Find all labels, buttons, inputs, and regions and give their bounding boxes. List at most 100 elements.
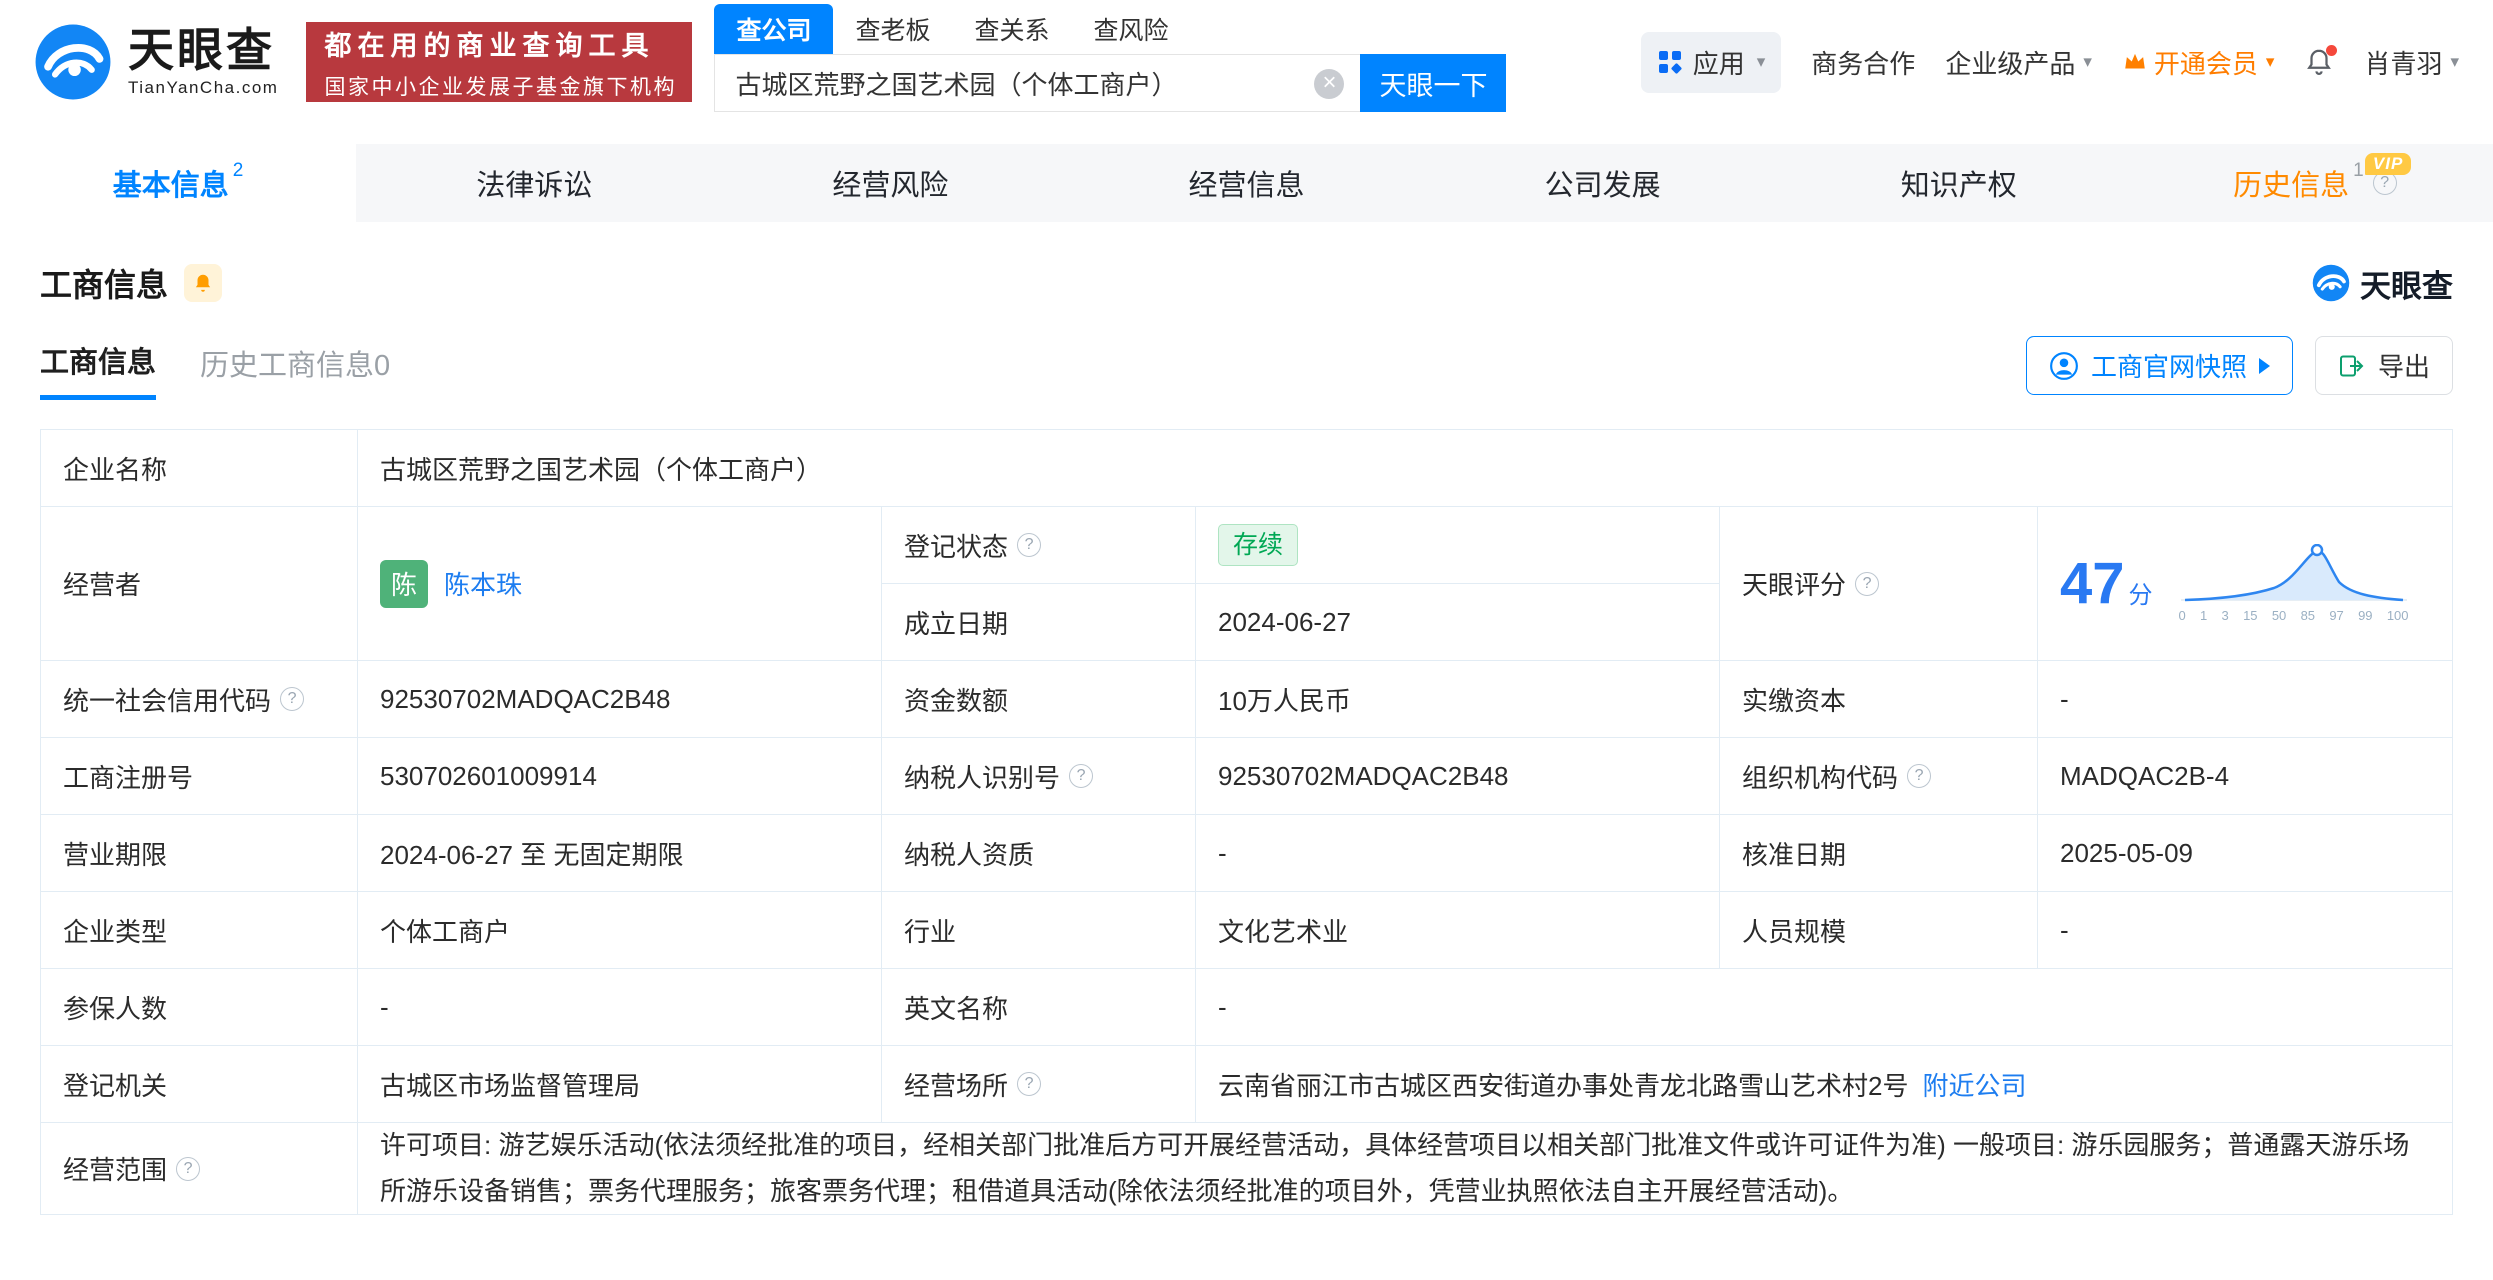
apps-menu[interactable]: 应用 ▾ [1641, 32, 1782, 93]
tab-operating-risk[interactable]: 经营风险 [712, 144, 1068, 222]
help-icon[interactable]: ? [1069, 764, 1093, 788]
notification-bell-icon[interactable] [2304, 47, 2334, 77]
value-establish-date: 2024-06-27 [1196, 584, 1720, 661]
label-capital: 资金数额 [882, 661, 1196, 738]
help-icon[interactable]: ? [280, 687, 304, 711]
subtab-history-business-info[interactable]: 历史工商信息0 [200, 342, 390, 398]
label-registration-status: 登记状态 ? [882, 507, 1196, 584]
export-button[interactable]: 导出 [2315, 336, 2453, 395]
operator-avatar: 陈 [380, 560, 428, 608]
value-approval-date: 2025-05-09 [2038, 815, 2453, 892]
tab-company-development[interactable]: 公司发展 [1425, 144, 1781, 222]
search-button[interactable]: 天眼一下 [1360, 54, 1506, 112]
logo-text: 天眼查 TianYanCha.com [128, 26, 278, 97]
table-row: 企业名称 古城区荒野之国艺术园（个体工商户） [41, 430, 2453, 507]
search-input[interactable] [715, 55, 1360, 111]
value-taxpayer-id: 92530702MADQAC2B48 [1196, 738, 1720, 815]
search-tab-company[interactable]: 查公司 [714, 4, 833, 54]
export-icon [2338, 353, 2366, 379]
label-credit-code: 统一社会信用代码 ? [41, 661, 358, 738]
tab-history-info-count: 1 [2353, 160, 2364, 182]
value-org-code: MADQAC2B-4 [2038, 738, 2453, 815]
nearby-companies-link[interactable]: 附近公司 [1922, 1066, 2026, 1103]
table-row: 登记机关 古城区市场监督管理局 经营场所 ? 云南省丽江市古城区西安街道办事处青… [41, 1046, 2453, 1123]
table-row: 经营范围 ? 许可项目: 游艺娱乐活动(依法须经批准的项目，经相关部门批准后方可… [41, 1123, 2453, 1215]
tianyan-score: 47分 [2060, 550, 2153, 617]
subtab-business-info[interactable]: 工商信息 [40, 339, 156, 400]
help-icon[interactable]: ? [1855, 572, 1879, 596]
user-menu[interactable]: 肖青羽 ▾ [2364, 44, 2459, 81]
help-icon[interactable]: ? [1907, 764, 1931, 788]
label-paid-capital: 实缴资本 [1720, 661, 2038, 738]
search-row: × 天眼一下 [714, 54, 1506, 112]
search-tab-boss[interactable]: 查老板 [833, 4, 952, 54]
watermark-logo-icon [2312, 264, 2350, 302]
tab-intellectual-property[interactable]: 知识产权 [1781, 144, 2137, 222]
value-credit-code: 92530702MADQAC2B48 [358, 661, 882, 738]
tab-basic-info-label: 基本信息 [113, 162, 229, 204]
vip-upgrade-label: 开通会员 [2154, 44, 2258, 81]
crown-icon [2122, 49, 2148, 75]
label-industry: 行业 [882, 892, 1196, 969]
label-tianyan-score: 天眼评分 ? [1720, 507, 2038, 661]
promo-line2: 国家中小企业发展子基金旗下机构 [324, 71, 674, 101]
value-insured-count: - [358, 969, 882, 1046]
value-business-term: 2024-06-27 至 无固定期限 [358, 815, 882, 892]
value-company-type: 个体工商户 [358, 892, 882, 969]
status-badge: 存续 [1218, 524, 1298, 566]
table-row: 统一社会信用代码 ? 92530702MADQAC2B48 资金数额 10万人民… [41, 661, 2453, 738]
search-input-wrap: × [714, 54, 1360, 112]
chevron-down-icon: ▾ [1757, 52, 1766, 72]
section-title: 工商信息 [40, 260, 168, 306]
help-icon[interactable]: ? [1017, 533, 1041, 557]
value-registration-number: 530702601009914 [358, 738, 882, 815]
tab-operating-info[interactable]: 经营信息 [1068, 144, 1424, 222]
help-icon[interactable]: ? [176, 1157, 200, 1181]
label-registration-number: 工商注册号 [41, 738, 358, 815]
label-company-name: 企业名称 [41, 430, 358, 507]
search-tab-risk[interactable]: 查风险 [1072, 4, 1191, 54]
subscribe-bell-icon[interactable] [184, 264, 222, 302]
value-company-name: 古城区荒野之国艺术园（个体工商户） [358, 430, 2453, 507]
label-taxpayer-quality: 纳税人资质 [882, 815, 1196, 892]
search-area: 查公司 查老板 查关系 查风险 × 天眼一下 [714, 12, 1506, 112]
score-chart-axis: 0131550859799100 [2179, 608, 2409, 623]
chevron-down-icon: ▾ [2450, 52, 2459, 72]
enterprise-products-menu[interactable]: 企业级产品 ▾ [1945, 44, 2092, 81]
help-icon[interactable]: ? [1017, 1072, 1041, 1096]
tab-basic-info[interactable]: 基本信息 2 [0, 144, 356, 222]
chevron-down-icon: ▾ [2083, 52, 2092, 72]
tab-history-info-label: 历史信息 [2233, 162, 2349, 204]
tab-history-info[interactable]: VIP 历史信息 1 ? [2137, 144, 2493, 222]
label-operator: 经营者 [41, 507, 358, 661]
top-header: 天眼查 TianYanCha.com 都在用的商业查询工具 国家中小企业发展子基… [0, 0, 2493, 124]
promo-line1: 都在用的商业查询工具 [324, 24, 674, 63]
business-info-table: 企业名称 古城区荒野之国艺术园（个体工商户） 经营者 陈 陈本珠 登记状态 ? … [40, 429, 2453, 1215]
tab-legal-proceedings[interactable]: 法律诉讼 [356, 144, 712, 222]
label-staff-size: 人员规模 [1720, 892, 2038, 969]
operator-name-link[interactable]: 陈本珠 [444, 565, 522, 602]
vip-upgrade-link[interactable]: 开通会员 ▾ [2122, 44, 2275, 81]
value-english-name: - [1196, 969, 2453, 1046]
value-paid-capital: - [2038, 661, 2453, 738]
logo-text-en: TianYanCha.com [128, 78, 278, 98]
username: 肖青羽 [2364, 44, 2442, 81]
subtab-actions: 工商官网快照 导出 [2026, 336, 2453, 403]
search-tabs: 查公司 查老板 查关系 查风险 [714, 12, 1506, 54]
tianyancha-logo-icon [34, 23, 112, 101]
search-tab-relation[interactable]: 查关系 [952, 4, 1071, 54]
apps-label: 应用 [1693, 44, 1745, 81]
export-label: 导出 [2378, 347, 2430, 384]
business-info-subtabs: 工商信息 历史工商信息0 工商官网快照 导出 [40, 336, 2453, 403]
score-distribution-chart: 0131550859799100 [2179, 544, 2413, 623]
tianyancha-logo[interactable]: 天眼查 TianYanCha.com [34, 23, 278, 101]
official-snapshot-button[interactable]: 工商官网快照 [2026, 336, 2293, 395]
person-icon [2049, 351, 2079, 381]
tab-basic-info-count: 2 [233, 160, 244, 182]
table-row: 企业类型 个体工商户 行业 文化艺术业 人员规模 - [41, 892, 2453, 969]
promo-banner: 都在用的商业查询工具 国家中小企业发展子基金旗下机构 [306, 22, 692, 102]
business-cooperation-link[interactable]: 商务合作 [1811, 44, 1915, 81]
enterprise-products-label: 企业级产品 [1945, 44, 2075, 81]
logo-text-cn: 天眼查 [128, 26, 278, 74]
label-registration-authority: 登记机关 [41, 1046, 358, 1123]
